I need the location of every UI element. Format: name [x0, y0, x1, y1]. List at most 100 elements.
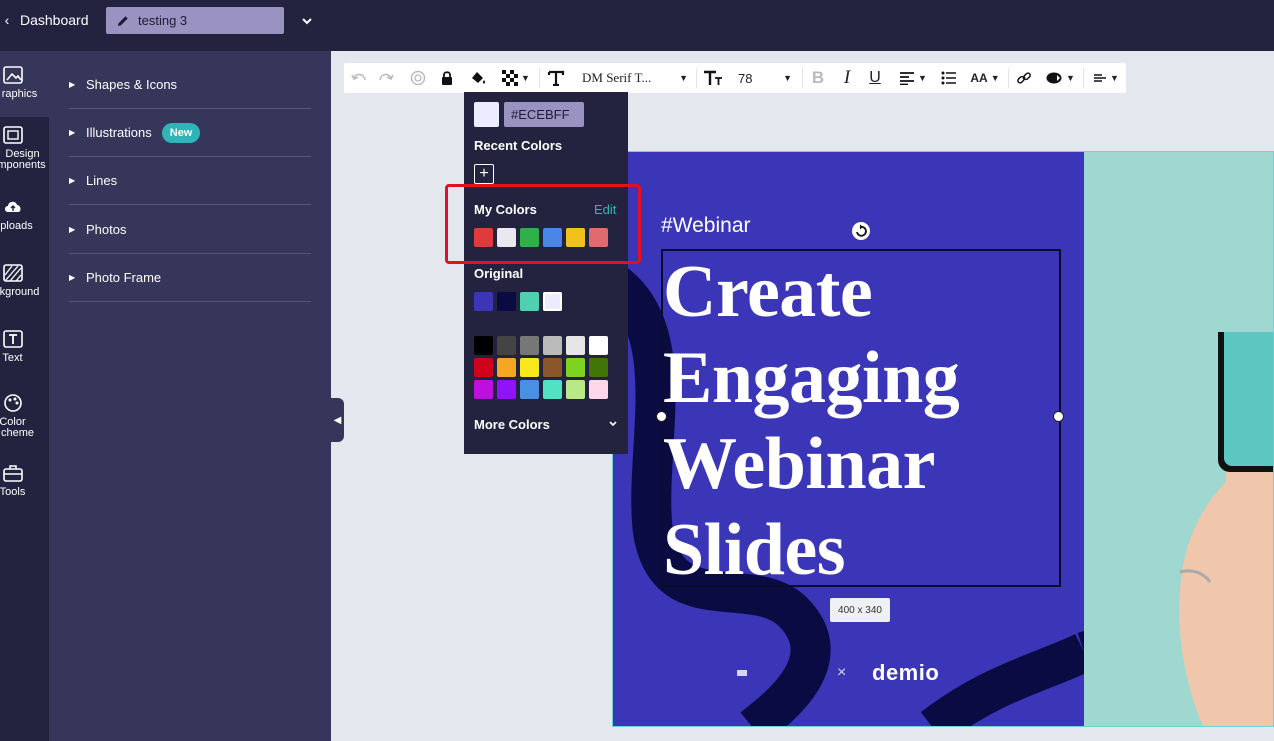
- text-style-button[interactable]: [544, 63, 568, 93]
- palette-color-swatch[interactable]: [543, 358, 562, 377]
- paint-bucket-icon: [472, 72, 486, 84]
- brand-separator: ×: [837, 664, 847, 681]
- collapse-panel-button[interactable]: ◀: [331, 398, 344, 442]
- back-label: Dashboard: [20, 12, 89, 28]
- current-color-swatch[interactable]: [474, 102, 499, 127]
- mask-shape-button[interactable]: ▼: [1041, 63, 1079, 93]
- original-color-swatch[interactable]: [543, 292, 562, 311]
- document-name: testing 3: [138, 13, 188, 28]
- transparency-button[interactable]: ▼: [498, 63, 534, 93]
- position-button[interactable]: ▼: [1089, 63, 1123, 93]
- rail-item-graphics[interactable]: raphics: [0, 51, 49, 117]
- rail-item-text[interactable]: Text: [0, 329, 49, 379]
- section-photo-frame[interactable]: ▶ Photo Frame: [69, 254, 311, 302]
- caret-right-icon: ▶: [69, 176, 76, 185]
- rail-item-uploads[interactable]: ploads: [0, 197, 49, 247]
- palette-color-swatch[interactable]: [543, 380, 562, 399]
- section-illustrations[interactable]: ▶ Illustrations New: [69, 109, 311, 157]
- rail-item-design-components[interactable]: Design mponents: [0, 125, 49, 185]
- document-name-field[interactable]: testing 3: [106, 7, 284, 34]
- italic-button[interactable]: I: [835, 63, 859, 93]
- hex-value: #ECEBFF: [511, 107, 570, 122]
- more-colors-button[interactable]: More Colors: [474, 417, 550, 432]
- palette-color-swatch[interactable]: [589, 358, 608, 377]
- fill-color-button[interactable]: [466, 63, 490, 93]
- palette-color-swatch[interactable]: [566, 380, 585, 399]
- palette-color-swatch[interactable]: [497, 358, 516, 377]
- font-family-select[interactable]: DM Serif T... ▼: [576, 63, 694, 93]
- text-case-button[interactable]: AA ▼: [966, 63, 1004, 93]
- chevron-down-icon[interactable]: [298, 12, 316, 30]
- headline-line: Engaging: [663, 337, 960, 419]
- hashtag-text[interactable]: #Webinar: [661, 214, 751, 238]
- palette-color-swatch[interactable]: [566, 358, 585, 377]
- format-toolbar: ▼ DM Serif T... ▼ 78 ▼ B I U ▼ AA ▼ ▼ ▼: [344, 63, 1126, 93]
- headline-line: Webinar: [663, 423, 935, 505]
- palette-color-swatch[interactable]: [474, 380, 493, 399]
- color-picker-popup: #ECEBFF Recent Colors + My Colors Edit O…: [464, 92, 628, 454]
- size-tooltip: 400 x 340: [830, 598, 890, 622]
- link-button[interactable]: [1012, 63, 1036, 93]
- redo-button[interactable]: [375, 63, 397, 93]
- palette-icon: [3, 394, 22, 412]
- checkerboard-icon: [502, 70, 519, 86]
- pencil-icon: [118, 15, 128, 26]
- font-size-icon: [704, 70, 722, 85]
- palette-color-swatch[interactable]: [497, 336, 516, 355]
- toolbar-divider: [539, 68, 540, 88]
- plus-icon: +: [479, 165, 489, 182]
- rail-item-tools[interactable]: Tools: [0, 463, 49, 513]
- original-color-swatch[interactable]: [474, 292, 493, 311]
- rail-label: Tools: [0, 486, 26, 498]
- lock-button[interactable]: [436, 63, 458, 93]
- headline-text[interactable]: Create Engaging Webinar Slides: [663, 249, 1083, 593]
- bold-button[interactable]: B: [806, 63, 830, 93]
- rotate-icon[interactable]: [851, 221, 871, 241]
- add-recent-color-button[interactable]: +: [474, 164, 494, 184]
- selected-text-box[interactable]: Create Engaging Webinar Slides: [656, 249, 1064, 591]
- section-label: Photos: [86, 222, 127, 237]
- section-label: Lines: [86, 173, 118, 188]
- align-left-icon: [900, 72, 915, 85]
- rail-item-background[interactable]: kground: [0, 263, 49, 313]
- link-icon: [1017, 72, 1031, 84]
- underline-button[interactable]: U: [863, 63, 887, 93]
- font-size-select[interactable]: 78 ▼: [728, 63, 798, 93]
- resize-handle-left[interactable]: [656, 411, 667, 422]
- section-photos[interactable]: ▶ Photos: [69, 206, 311, 254]
- original-color-swatch[interactable]: [497, 292, 516, 311]
- palette-color-swatch[interactable]: [520, 380, 539, 399]
- hex-color-input[interactable]: #ECEBFF: [504, 102, 584, 127]
- palette-color-swatch[interactable]: [520, 336, 539, 355]
- design-canvas[interactable]: #Webinar Create Engaging Webinar Slides …: [612, 151, 1274, 727]
- original-color-swatch[interactable]: [520, 292, 539, 311]
- redo-icon: [379, 73, 394, 81]
- font-size-value: 78: [738, 70, 753, 86]
- text-align-button[interactable]: ▼: [896, 63, 930, 93]
- back-to-dashboard-button[interactable]: ‹ Dashboard: [0, 10, 89, 30]
- toolbar-divider: [1008, 68, 1009, 88]
- section-shapes-icons[interactable]: ▶ Shapes & Icons: [69, 61, 311, 109]
- resize-handle-right[interactable]: [1053, 411, 1064, 422]
- my-colors-highlight-annotation: [445, 184, 641, 264]
- palette-color-swatch[interactable]: [543, 336, 562, 355]
- components-icon: [2, 126, 23, 144]
- rail-label: Text: [2, 352, 23, 364]
- rail-item-color-scheme[interactable]: Color cheme: [0, 393, 49, 453]
- list-button[interactable]: [938, 63, 960, 93]
- chevron-down-icon[interactable]: [608, 419, 618, 429]
- palette-color-swatch[interactable]: [566, 336, 585, 355]
- palette-color-swatch[interactable]: [589, 380, 608, 399]
- palette-color-swatch[interactable]: [474, 336, 493, 355]
- palette-color-swatch[interactable]: [497, 380, 516, 399]
- palette-color-swatch[interactable]: [474, 358, 493, 377]
- section-lines[interactable]: ▶ Lines: [69, 157, 311, 205]
- original-title: Original: [474, 266, 524, 281]
- rail-label: ploads: [0, 220, 33, 232]
- palette-color-swatch[interactable]: [520, 358, 539, 377]
- undo-button[interactable]: [348, 63, 370, 93]
- rail-label: kground: [0, 286, 40, 298]
- palette-color-swatch[interactable]: [589, 336, 608, 355]
- effects-button[interactable]: [407, 63, 429, 93]
- rail-label: cheme: [0, 427, 35, 439]
